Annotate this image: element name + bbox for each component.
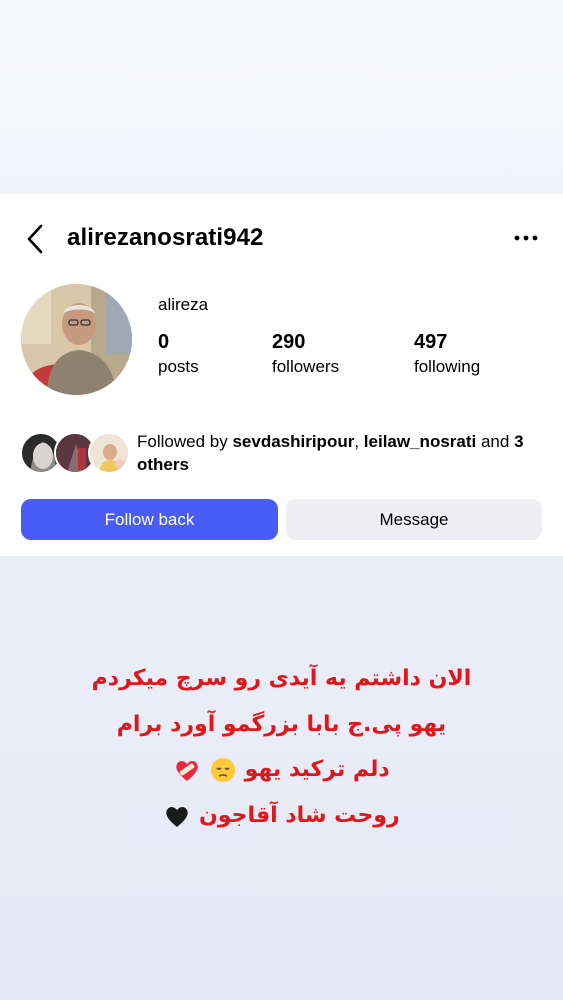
- mutual-user-2[interactable]: leilaw_nosrati: [364, 432, 476, 451]
- back-arrow-icon[interactable]: [22, 222, 52, 256]
- mutual-followers-avatars[interactable]: [20, 432, 130, 476]
- followers-count: 290: [272, 331, 306, 353]
- black-heart-icon: [166, 807, 189, 827]
- following-count: 497: [414, 331, 448, 353]
- followers-label: followers: [272, 357, 340, 376]
- followers-stat[interactable]: 290 followers: [272, 331, 339, 377]
- caption-line-3-text: دلم ترکید یهو: [244, 757, 390, 782]
- caption-line-3: دلم ترکید یهو: [0, 756, 563, 784]
- follow-back-button[interactable]: Follow back: [21, 499, 278, 540]
- profile-display-name: alireza: [158, 295, 209, 314]
- mutual-separator: ,: [354, 432, 360, 451]
- profile-username: alirezanosrati942: [67, 224, 264, 251]
- followed-by-text[interactable]: Followed by sevdashiripour, leilaw_nosra…: [137, 430, 547, 476]
- profile-card: alirezanosrati942 alireza 0 posts 290 fo…: [0, 194, 563, 556]
- posts-stat[interactable]: 0 posts: [158, 331, 199, 377]
- mending-heart-icon: [176, 761, 198, 781]
- caption-line-2: یهو پی.ج بابا بزرگمو آورد برام: [116, 712, 447, 737]
- mutual-avatar-3: [88, 432, 130, 474]
- caption-line-4-text: روحت شاد آقاجون: [199, 803, 400, 828]
- following-stat[interactable]: 497 following: [414, 331, 480, 377]
- more-options-icon[interactable]: [511, 228, 541, 248]
- posts-count: 0: [158, 331, 170, 353]
- pensive-face-icon: [210, 758, 235, 782]
- mutual-user-1[interactable]: sevdashiripour: [232, 432, 354, 451]
- mutual-conjunction: and: [480, 432, 510, 451]
- message-button[interactable]: Message: [286, 499, 542, 540]
- caption-line-4: روحت شاد آقاجون: [0, 802, 563, 830]
- profile-avatar[interactable]: [21, 284, 132, 395]
- top-bar: alirezanosrati942: [0, 194, 563, 284]
- followed-by-prefix: Followed by: [137, 432, 228, 451]
- following-label: following: [414, 357, 481, 376]
- avatar-photo: [21, 284, 132, 395]
- caption-line-1: الان داشتم یه آیدی رو سرچ میکردم: [91, 666, 472, 691]
- posts-label: posts: [158, 357, 199, 376]
